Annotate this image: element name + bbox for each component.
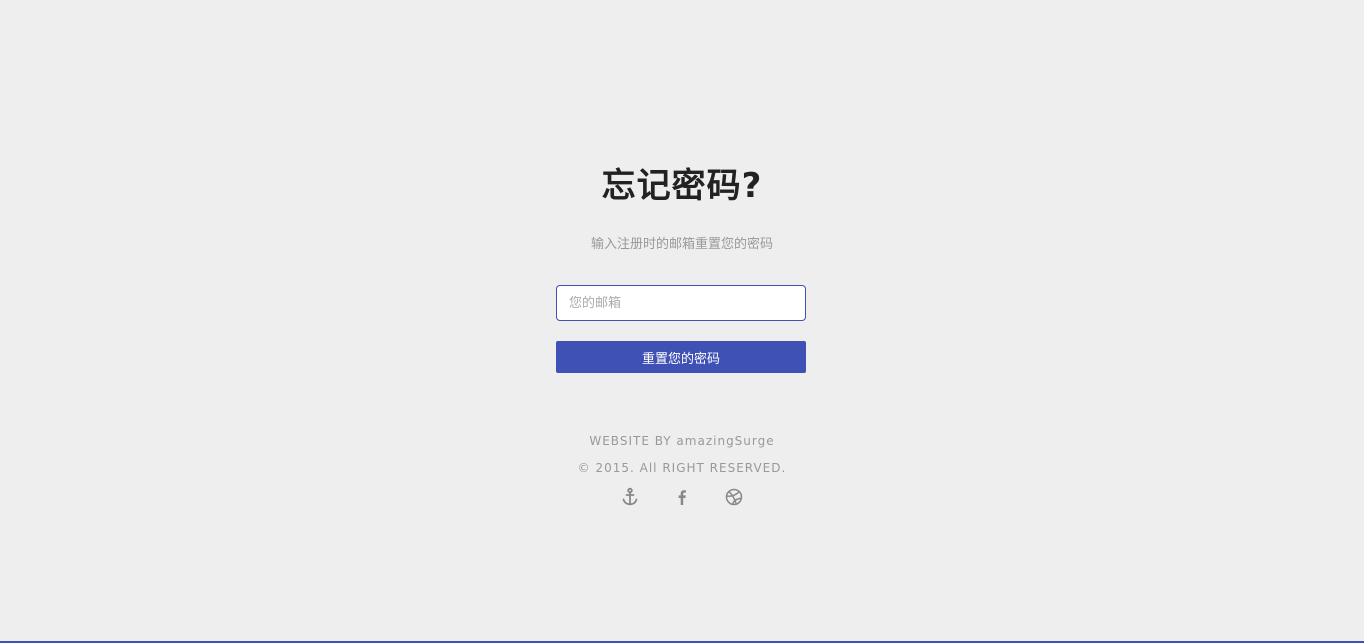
forgot-password-page: 忘记密码? 输入注册时的邮箱重置您的密码 重置您的密码 WEBSITE BY a… — [0, 0, 1364, 643]
site-credit: WEBSITE BY amazingSurge — [589, 434, 775, 448]
dribbble-icon[interactable] — [724, 487, 744, 509]
social-links — [0, 487, 1364, 509]
page-subtitle: 输入注册时的邮箱重置您的密码 — [590, 237, 773, 252]
facebook-icon[interactable] — [672, 487, 692, 509]
anchor-icon[interactable] — [620, 487, 640, 509]
email-field[interactable] — [556, 285, 806, 321]
reset-password-button[interactable]: 重置您的密码 — [556, 341, 806, 373]
copyright-text: © 2015. All RIGHT RESERVED. — [577, 461, 787, 475]
page-title: 忘记密码? — [601, 166, 763, 206]
